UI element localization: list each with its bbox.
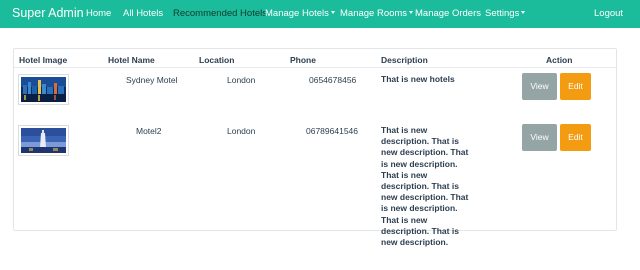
- nav-recommended-hotels[interactable]: Recommended Hotels: [173, 0, 267, 27]
- header-divider: [14, 67, 616, 68]
- caret-down-icon: [409, 11, 414, 15]
- brand-link[interactable]: Super Admin: [12, 0, 84, 27]
- col-header-phone: Phone: [290, 55, 316, 65]
- edit-button[interactable]: Edit: [560, 73, 591, 100]
- col-header-description: Description: [381, 55, 428, 65]
- nav-manage-hotels-label: Manage Hotels: [265, 8, 329, 19]
- nav-manage-rooms[interactable]: Manage Rooms: [340, 0, 414, 27]
- tower-dusk-image: [21, 128, 66, 153]
- navbar: Super Admin Home All Hotels Recommended …: [0, 0, 640, 28]
- hotel-name: Motel2: [136, 126, 162, 136]
- hotel-location: London: [227, 126, 256, 136]
- hotel-phone: 0654678456: [309, 75, 357, 85]
- hotel-thumbnail: [18, 74, 69, 105]
- col-header-name: Hotel Name: [108, 55, 155, 65]
- hotel-thumbnail: [18, 125, 69, 156]
- nav-home[interactable]: Home: [86, 0, 111, 27]
- hotel-description: That is new description. That is new des…: [381, 125, 469, 248]
- col-header-location: Location: [199, 55, 235, 65]
- col-header-action: Action: [546, 55, 573, 65]
- hotel-location: London: [227, 75, 256, 85]
- edit-button[interactable]: Edit: [560, 124, 591, 151]
- hotel-description: That is new hotels: [381, 74, 455, 84]
- nav-logout[interactable]: Logout: [594, 0, 623, 27]
- nav-all-hotels[interactable]: All Hotels: [123, 0, 163, 27]
- nav-settings-label: Settings: [485, 8, 520, 19]
- view-button[interactable]: View: [522, 124, 557, 151]
- view-button[interactable]: View: [522, 73, 557, 100]
- hotel-name: Sydney Motel: [126, 75, 178, 85]
- city-night-image: [21, 77, 66, 102]
- caret-down-icon: [330, 11, 335, 15]
- nav-manage-orders[interactable]: Manage Orders: [415, 0, 481, 27]
- caret-down-icon: [521, 11, 526, 15]
- nav-settings[interactable]: Settings: [485, 0, 526, 27]
- nav-manage-hotels[interactable]: Manage Hotels: [265, 0, 335, 27]
- hotel-phone: 06789641546: [306, 126, 359, 136]
- col-header-image: Hotel Image: [19, 55, 68, 65]
- nav-manage-rooms-label: Manage Rooms: [340, 8, 408, 19]
